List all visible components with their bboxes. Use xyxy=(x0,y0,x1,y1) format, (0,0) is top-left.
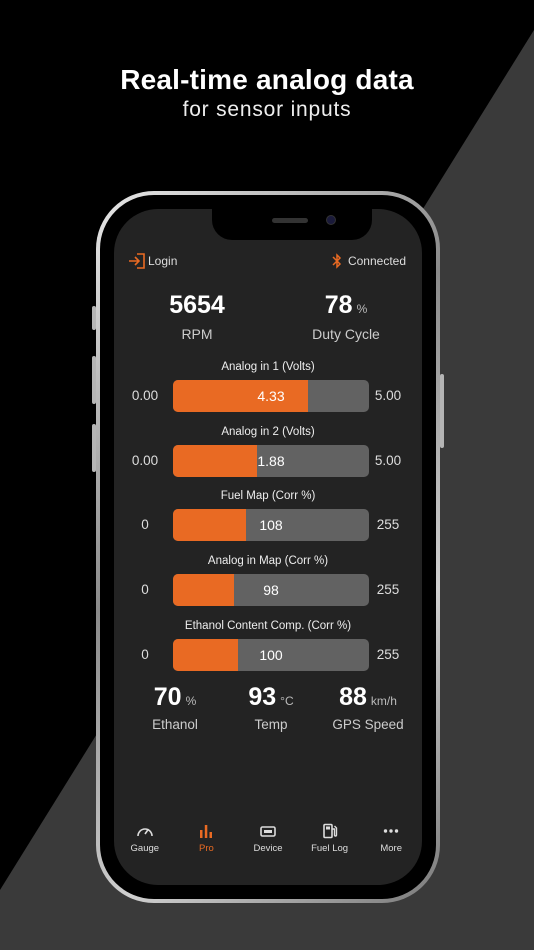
login-label: Login xyxy=(148,254,178,268)
bar-ethanol-content: Ethanol Content Comp. (Corr %) 0 100 255 xyxy=(114,620,422,680)
rpm-label: RPM xyxy=(181,326,213,342)
bar-value: 4.33 xyxy=(257,388,285,404)
bar-value: 108 xyxy=(259,517,283,533)
bar-title: Analog in Map (Corr %) xyxy=(207,555,329,567)
tab-more[interactable]: More xyxy=(360,823,422,867)
fuel-pump-icon xyxy=(322,823,337,839)
gps-speed-value: 88 xyxy=(339,683,367,711)
bar-min: 0 xyxy=(141,647,149,662)
bar-max: 5.00 xyxy=(374,453,402,468)
more-icon xyxy=(383,829,399,833)
bluetooth-icon xyxy=(332,253,342,269)
tab-gauge[interactable]: Gauge xyxy=(114,823,176,867)
front-camera xyxy=(326,215,336,225)
gps-speed-label: GPS Speed xyxy=(332,717,404,732)
tab-bar: Gauge Pro Device Fuel Log More xyxy=(114,823,422,867)
bar-title: Analog in 2 (Volts) xyxy=(221,426,315,438)
bar-value: 1.88 xyxy=(257,453,285,469)
ethanol-value: 70 xyxy=(153,683,182,711)
tab-label: Pro xyxy=(198,843,214,854)
gps-speed-unit: km/h xyxy=(370,694,397,708)
bar-max: 255 xyxy=(376,647,400,662)
login-icon xyxy=(129,253,145,269)
top-bar: Login Connected xyxy=(114,253,422,279)
tab-fuel-log[interactable]: Fuel Log xyxy=(299,823,361,867)
bar-max: 5.00 xyxy=(374,388,402,403)
bar-track: 108 xyxy=(173,509,369,541)
bar-analog-in-1: Analog in 1 (Volts) 0.00 4.33 5.00 xyxy=(114,361,422,421)
bar-analog-in-2: Analog in 2 (Volts) 0.00 1.88 5.00 xyxy=(114,426,422,486)
ethanol-stat: 70% Ethanol xyxy=(132,683,218,732)
temp-value: 93 xyxy=(248,683,277,711)
tab-label: Fuel Log xyxy=(311,843,349,854)
duty-cycle-unit: % xyxy=(356,302,368,316)
temp-unit: °C xyxy=(280,694,294,708)
bar-min: 0.00 xyxy=(131,388,159,403)
bar-track: 4.33 xyxy=(173,380,369,412)
temp-label: Temp xyxy=(254,717,288,732)
phone-frame: Login Connected 5654 RPM 78% Duty Cycle … xyxy=(96,191,440,903)
bar-max: 255 xyxy=(376,517,400,532)
bar-max: 255 xyxy=(376,582,400,597)
tab-pro[interactable]: Pro xyxy=(176,823,238,867)
bar-title: Analog in 1 (Volts) xyxy=(221,361,315,373)
ethanol-unit: % xyxy=(185,694,197,708)
app-screen: Login Connected 5654 RPM 78% Duty Cycle … xyxy=(114,209,422,885)
bar-analog-in-map: Analog in Map (Corr %) 0 98 255 xyxy=(114,555,422,615)
connection-status[interactable]: Connected xyxy=(332,253,406,269)
bar-fuel-map: Fuel Map (Corr %) 0 108 255 xyxy=(114,490,422,550)
bar-min: 0 xyxy=(141,517,149,532)
marketing-subline: for sensor inputs xyxy=(182,98,352,121)
bar-track: 98 xyxy=(173,574,369,606)
marketing-headline: Real-time analog data xyxy=(120,64,414,95)
device-icon xyxy=(260,826,276,837)
tab-label: Device xyxy=(253,843,283,854)
duty-cycle-stat: 78% Duty Cycle xyxy=(286,291,406,342)
notch xyxy=(212,209,372,240)
bar-title: Ethanol Content Comp. (Corr %) xyxy=(184,620,352,632)
tab-device[interactable]: Device xyxy=(237,823,299,867)
duty-cycle-label: Duty Cycle xyxy=(312,326,380,342)
bar-track: 100 xyxy=(173,639,369,671)
bar-value: 100 xyxy=(259,647,283,663)
phone-bezel: Login Connected 5654 RPM 78% Duty Cycle … xyxy=(100,195,436,899)
bar-track: 1.88 xyxy=(173,445,369,477)
login-button[interactable]: Login xyxy=(128,253,177,269)
bar-title: Fuel Map (Corr %) xyxy=(220,490,316,502)
tab-label: More xyxy=(380,843,402,854)
bar-value: 98 xyxy=(263,582,279,598)
speaker xyxy=(272,218,308,223)
temp-stat: 93 °C Temp xyxy=(226,683,316,732)
bar-chart-icon xyxy=(200,825,213,838)
bar-min: 0.00 xyxy=(131,453,159,468)
gauge-icon xyxy=(136,828,153,837)
rpm-value: 5654 xyxy=(169,291,225,319)
gps-speed-stat: 88 km/h GPS Speed xyxy=(318,683,418,732)
phone-power-button xyxy=(440,374,444,448)
status-label: Connected xyxy=(347,254,406,268)
rpm-stat: 5654 RPM xyxy=(147,291,247,342)
ethanol-label: Ethanol xyxy=(152,717,198,732)
tab-label: Gauge xyxy=(130,843,160,854)
duty-cycle-value: 78 xyxy=(324,291,353,319)
bar-min: 0 xyxy=(141,582,149,597)
